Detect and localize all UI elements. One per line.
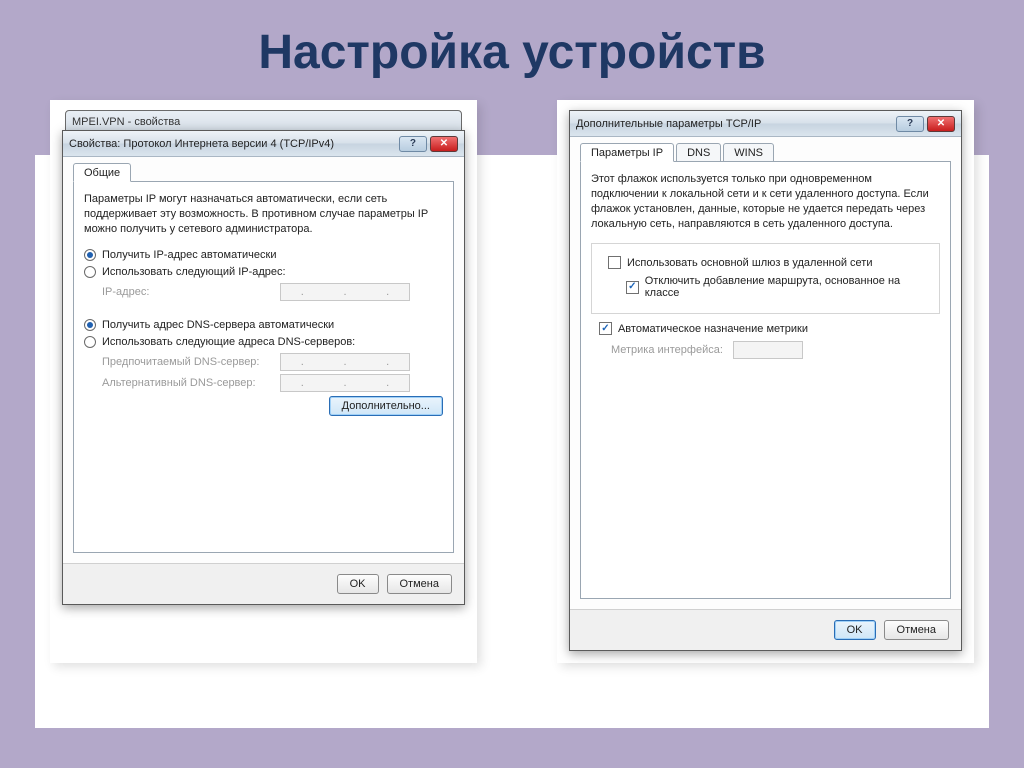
metric-label: Метрика интерфейса: <box>611 344 723 356</box>
radio-ip-auto[interactable]: Получить IP-адрес автоматически <box>84 249 443 261</box>
tcpip-advanced-window: Дополнительные параметры TCP/IP ? ✕ Пара… <box>569 110 962 651</box>
radio-dns-manual-label: Использовать следующие адреса DNS-сервер… <box>102 336 355 348</box>
checkbox-route[interactable]: Отключить добавление маршрута, основанно… <box>626 275 931 299</box>
radio-dns-auto-label: Получить адрес DNS-сервера автоматически <box>102 319 334 331</box>
help-button[interactable]: ? <box>399 136 427 152</box>
close-button[interactable]: ✕ <box>927 116 955 132</box>
ok-button[interactable]: OK <box>834 620 876 640</box>
parent-window-title: MPEI.VPN - свойства <box>72 116 180 128</box>
field-ip-address: IP-адрес: ... <box>102 283 443 301</box>
cancel-button[interactable]: Отмена <box>387 574 452 594</box>
radio-icon <box>84 249 96 261</box>
tcpip-description: Этот флажок используется только при одно… <box>591 172 940 231</box>
tab-ip-params[interactable]: Параметры IP <box>580 143 674 162</box>
tab-wins[interactable]: WINS <box>723 143 774 162</box>
dns-alternate-label: Альтернативный DNS-сервер: <box>102 377 272 389</box>
help-button[interactable]: ? <box>896 116 924 132</box>
ipv4-description: Параметры IP могут назначаться автоматич… <box>84 192 443 237</box>
field-dns-alternate: Альтернативный DNS-сервер: ... <box>102 374 443 392</box>
ip-address-input[interactable]: ... <box>280 283 410 301</box>
checkbox-route-label: Отключить добавление маршрута, основанно… <box>645 275 931 299</box>
cancel-button[interactable]: Отмена <box>884 620 949 640</box>
radio-icon <box>84 266 96 278</box>
page-title: Настройка устройств <box>35 25 989 80</box>
checkbox-icon <box>599 322 612 335</box>
metric-row: Метрика интерфейса: <box>611 341 940 359</box>
ipv4-titlebar: Свойства: Протокол Интернета версии 4 (T… <box>63 131 464 157</box>
ip-address-label: IP-адрес: <box>102 286 272 298</box>
ipv4-title-text: Свойства: Протокол Интернета версии 4 (T… <box>69 138 396 150</box>
advanced-button[interactable]: Дополнительно... <box>329 396 443 416</box>
ipv4-properties-window: Свойства: Протокол Интернета версии 4 (T… <box>62 130 465 605</box>
checkbox-auto-metric[interactable]: Автоматическое назначение метрики <box>599 322 940 335</box>
tab-dns[interactable]: DNS <box>676 143 721 162</box>
radio-ip-manual-label: Использовать следующий IP-адрес: <box>102 266 286 278</box>
radio-icon <box>84 336 96 348</box>
left-dialog-card: MPEI.VPN - свойства Свойства: Протокол И… <box>50 100 477 663</box>
metric-input[interactable] <box>733 341 803 359</box>
radio-ip-auto-label: Получить IP-адрес автоматически <box>102 249 276 261</box>
checkbox-icon <box>626 281 639 294</box>
radio-dns-auto[interactable]: Получить адрес DNS-сервера автоматически <box>84 319 443 331</box>
tcpip-titlebar: Дополнительные параметры TCP/IP ? ✕ <box>570 111 961 137</box>
tcpip-title-text: Дополнительные параметры TCP/IP <box>576 118 893 130</box>
right-dialog-card: Дополнительные параметры TCP/IP ? ✕ Пара… <box>557 100 974 663</box>
checkbox-gateway[interactable]: Использовать основной шлюз в удаленной с… <box>608 256 931 269</box>
dns-alternate-input[interactable]: ... <box>280 374 410 392</box>
ok-button[interactable]: OK <box>337 574 379 594</box>
close-button[interactable]: ✕ <box>430 136 458 152</box>
field-dns-preferred: Предпочитаемый DNS-сервер: ... <box>102 353 443 371</box>
radio-ip-manual[interactable]: Использовать следующий IP-адрес: <box>84 266 443 278</box>
checkbox-gateway-label: Использовать основной шлюз в удаленной с… <box>627 257 873 269</box>
checkbox-auto-metric-label: Автоматическое назначение метрики <box>618 323 808 335</box>
radio-dns-manual[interactable]: Использовать следующие адреса DNS-сервер… <box>84 336 443 348</box>
radio-icon <box>84 319 96 331</box>
tab-general[interactable]: Общие <box>73 163 131 182</box>
dns-preferred-label: Предпочитаемый DNS-сервер: <box>102 356 272 368</box>
gateway-group: Использовать основной шлюз в удаленной с… <box>591 243 940 314</box>
checkbox-icon <box>608 256 621 269</box>
dns-preferred-input[interactable]: ... <box>280 353 410 371</box>
